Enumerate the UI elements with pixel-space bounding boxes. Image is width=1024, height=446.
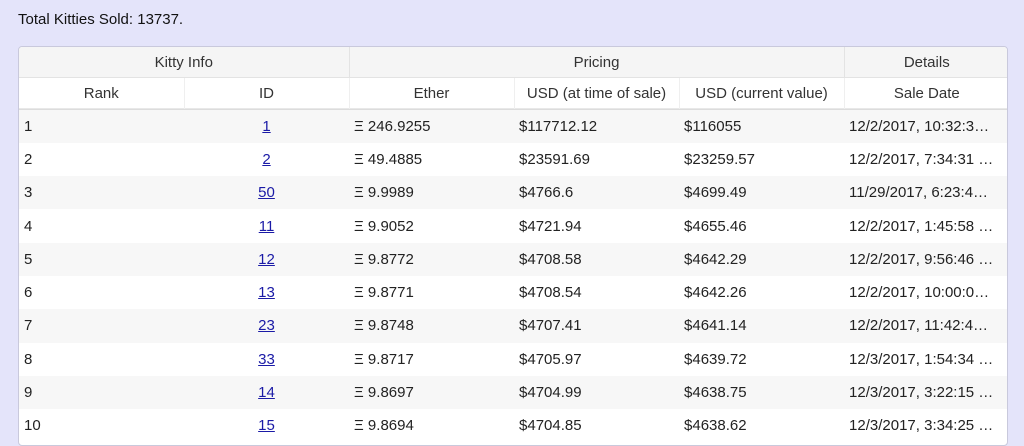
- cell-ether: Ξ 246.9255: [354, 117, 431, 135]
- cell-usd-current: $23259.57: [684, 150, 755, 168]
- cell-usd-sale: $4704.99: [519, 384, 582, 402]
- kitty-id-link[interactable]: 13: [258, 284, 275, 301]
- column-header-ether[interactable]: Ether: [348, 77, 515, 110]
- cell-usd-sale: $4705.97: [519, 350, 582, 368]
- cell-usd-current: $4639.72: [684, 350, 747, 368]
- cell-rank: 10: [24, 417, 41, 435]
- kitty-id-link[interactable]: 33: [258, 351, 275, 368]
- column-header-id[interactable]: ID: [183, 77, 350, 110]
- cell-ether: Ξ 49.4885: [354, 150, 423, 168]
- cell-id: 50: [184, 176, 349, 209]
- cell-usd-current: $4642.29: [684, 250, 747, 268]
- cell-usd-sale: $4721.94: [519, 217, 582, 235]
- cell-usd-current: $4655.46: [684, 217, 747, 235]
- cell-sale-date: 12/2/2017, 10:00:0…: [849, 284, 990, 302]
- total-kitties-sold: Total Kitties Sold: 13737.: [18, 11, 184, 28]
- kitty-id-link[interactable]: 11: [259, 218, 275, 235]
- kitty-id-link[interactable]: 15: [258, 417, 275, 434]
- cell-usd-current: $4638.62: [684, 417, 747, 435]
- cell-rank: 4: [24, 217, 33, 235]
- kitty-id-link[interactable]: 1: [262, 118, 270, 135]
- cell-sale-date: 12/3/2017, 3:22:15 …: [849, 384, 994, 402]
- cell-ether: Ξ 9.8748: [354, 317, 414, 335]
- table-row: 10 15 Ξ 9.8694 $4704.85 $4638.62 12/3/2017, 3…: [19, 409, 1007, 443]
- cell-usd-sale: $4708.54: [519, 284, 582, 302]
- cell-id: 12: [184, 243, 349, 276]
- table-row: 3 50 Ξ 9.9989 $4766.6 $4699.49 11/29/2017, 6:…: [19, 176, 1007, 210]
- cell-ether: Ξ 9.8694: [354, 417, 414, 435]
- cell-id: 15: [184, 409, 349, 442]
- kitty-id-link[interactable]: 50: [258, 184, 275, 201]
- cell-rank: 6: [24, 284, 33, 302]
- cell-id: 2: [184, 143, 349, 176]
- cell-rank: 3: [24, 184, 33, 202]
- kitty-id-link[interactable]: 12: [258, 251, 275, 268]
- cell-ether: Ξ 9.8771: [354, 284, 414, 302]
- sales-table-grid: Kitty Info Pricing Details Rank ID Ether…: [19, 47, 1007, 443]
- table-row: 2 2 Ξ 49.4885 $23591.69 $23259.57 12/2/2017, …: [19, 142, 1007, 177]
- group-header-kitty-info: Kitty Info: [19, 47, 350, 78]
- cell-ether: Ξ 9.9989: [354, 184, 414, 202]
- column-header-sale-date[interactable]: Sale Date: [843, 77, 1007, 110]
- group-header-pricing: Pricing: [348, 47, 845, 78]
- cell-ether: Ξ 9.8697: [354, 384, 414, 402]
- group-header-details: Details: [843, 47, 1007, 78]
- cell-sale-date: 12/2/2017, 7:34:31 …: [849, 150, 994, 168]
- table-row: 4 11 Ξ 9.9052 $4721.94 $4655.46 12/2/2017, 1:…: [19, 209, 1007, 243]
- cell-usd-current: $4642.26: [684, 284, 747, 302]
- table-row: 8 33 Ξ 9.8717 $4705.97 $4639.72 12/3/2017, 1:…: [19, 342, 1007, 376]
- cell-rank: 1: [24, 117, 33, 135]
- cell-rank: 5: [24, 250, 33, 268]
- cell-usd-sale: $4707.41: [519, 317, 582, 335]
- table-row: 6 13 Ξ 9.8771 $4708.54 $4642.26 12/2/2017, 10…: [19, 275, 1007, 310]
- cell-usd-sale: $117712.12: [519, 117, 598, 135]
- cell-id: 1: [184, 110, 349, 143]
- cell-ether: Ξ 9.8772: [354, 250, 414, 268]
- cell-sale-date: 12/2/2017, 11:42:4…: [849, 317, 989, 335]
- cell-id: 14: [184, 376, 349, 409]
- cell-usd-current: $4641.14: [684, 317, 747, 335]
- column-header-usd-sale[interactable]: USD (at time of sale): [513, 77, 680, 110]
- kitty-id-link[interactable]: 23: [258, 317, 275, 334]
- cell-sale-date: 12/3/2017, 1:54:34 …: [849, 350, 994, 368]
- cell-sale-date: 12/2/2017, 10:32:3…: [849, 117, 990, 135]
- kitty-id-link[interactable]: 14: [258, 384, 275, 401]
- table-row: 7 23 Ξ 9.8748 $4707.41 $4641.14 12/2/2017, 11…: [19, 309, 1007, 343]
- cell-id: 13: [184, 276, 349, 309]
- table-body: 11Ξ 246.9255 $117712.12 $116055 12/2/2017, …: [19, 109, 1007, 443]
- cell-rank: 9: [24, 384, 33, 402]
- cell-usd-sale: $4708.58: [519, 250, 582, 268]
- column-header-usd-current[interactable]: USD (current value): [678, 77, 845, 110]
- cell-ether: Ξ 9.8717: [354, 350, 414, 368]
- table-row: 1 1 Ξ 246.9255 $117712.12 $116055 12/2/2017, …: [19, 109, 1007, 143]
- sales-table: Kitty Info Pricing Details Rank ID Ether…: [18, 46, 1008, 446]
- cell-usd-current: $4638.75: [684, 384, 747, 402]
- cell-usd-current: $4699.49: [684, 184, 747, 202]
- column-header-rank[interactable]: Rank: [19, 77, 184, 110]
- cell-sale-date: 11/29/2017, 6:23:4…: [849, 184, 989, 202]
- cell-id: 11: [184, 209, 349, 242]
- cell-usd-sale: $4766.6: [519, 184, 574, 202]
- table-row: 9 14 Ξ 9.8697 $4704.99 $4638.75 12/3/2017, 3:…: [19, 375, 1007, 410]
- kitty-id-link[interactable]: 2: [262, 151, 270, 168]
- cell-rank: 2: [24, 150, 33, 168]
- cell-id: 33: [184, 343, 349, 376]
- table-row: 5 12 Ξ 9.8772 $4708.58 $4642.29 12/2/2017, 9:…: [19, 242, 1007, 276]
- cell-id: 23: [184, 309, 349, 342]
- cell-sale-date: 12/2/2017, 9:56:46 …: [849, 250, 994, 268]
- cell-usd-sale: $23591.69: [519, 150, 590, 168]
- cell-sale-date: 12/3/2017, 3:34:25 …: [849, 417, 994, 435]
- cell-usd-sale: $4704.85: [519, 417, 582, 435]
- cell-rank: 7: [24, 317, 33, 335]
- cell-usd-current: $116055: [684, 117, 742, 135]
- cell-ether: Ξ 9.9052: [354, 217, 414, 235]
- cell-sale-date: 12/2/2017, 1:45:58 …: [849, 217, 994, 235]
- cell-rank: 8: [24, 350, 33, 368]
